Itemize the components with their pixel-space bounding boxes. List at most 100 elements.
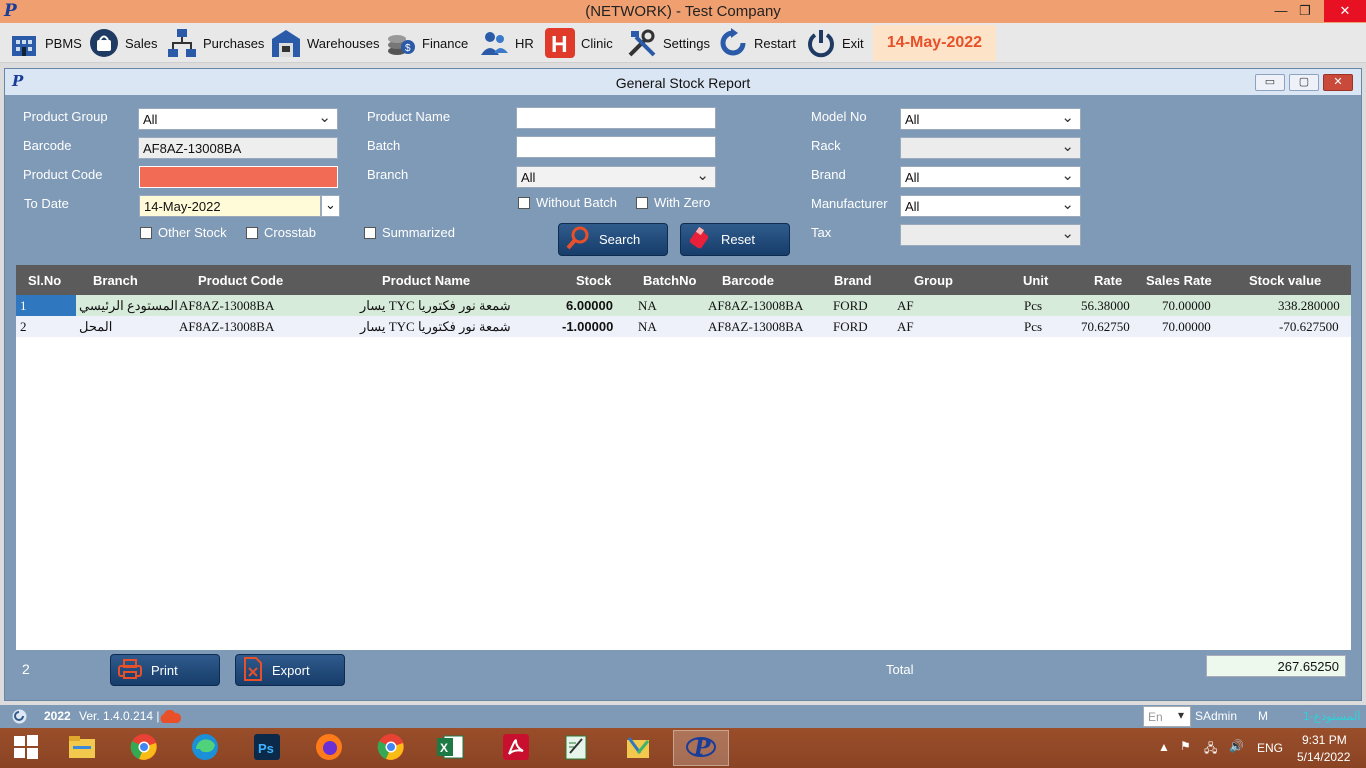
taskbar-excel[interactable]: X <box>424 730 476 766</box>
col-slno[interactable]: Sl.No <box>28 273 61 288</box>
clock-time[interactable]: 9:31 PM <box>1302 733 1347 747</box>
summarized-checkbox[interactable]: Summarized <box>364 225 455 240</box>
brand-select[interactable]: All <box>900 166 1081 188</box>
tools-icon <box>626 27 658 59</box>
export-button[interactable]: Export <box>235 654 345 686</box>
taskbar-folder-app[interactable] <box>612 730 664 766</box>
col-product-name[interactable]: Product Name <box>382 273 470 288</box>
taskbar-firefox[interactable] <box>303 730 355 766</box>
col-group[interactable]: Group <box>914 273 953 288</box>
branch-select[interactable]: All <box>516 166 716 188</box>
search-button-label: Search <box>599 232 641 247</box>
cell-rate: 70.62750 <box>1081 319 1130 334</box>
product-code-field[interactable] <box>139 166 338 188</box>
table-row[interactable]: 2 المحل AF8AZ-13008BA يسار TYC شمعة نور … <box>16 316 1351 337</box>
taskbar-photoshop[interactable]: Ps <box>241 730 293 766</box>
sales-bag-icon <box>88 27 120 59</box>
menu-hr[interactable]: HR <box>478 26 534 60</box>
tax-select[interactable] <box>900 224 1081 246</box>
cell-barcode: AF8AZ-13008BA <box>708 319 804 334</box>
rack-select[interactable] <box>900 137 1081 159</box>
menu-purchases[interactable]: Purchases <box>166 26 264 60</box>
warehouse-icon <box>270 27 302 59</box>
col-barcode[interactable]: Barcode <box>722 273 774 288</box>
col-branch[interactable]: Branch <box>93 273 138 288</box>
without-batch-checkbox[interactable]: Without Batch <box>518 195 617 210</box>
volume-icon[interactable]: 🔊 <box>1229 739 1244 753</box>
report-minimize-button[interactable]: ▭ <box>1255 74 1285 91</box>
report-close-button[interactable]: ✕ <box>1323 74 1353 91</box>
col-brand[interactable]: Brand <box>834 273 872 288</box>
folder-app-icon <box>624 733 652 764</box>
col-unit[interactable]: Unit <box>1023 273 1048 288</box>
menu-finance[interactable]: $ Finance <box>385 26 468 60</box>
search-button[interactable]: Search <box>558 223 668 256</box>
menu-pbms[interactable]: PBMS <box>8 26 82 60</box>
taskbar-file-explorer[interactable] <box>56 730 108 766</box>
menu-warehouses[interactable]: Warehouses <box>270 26 380 60</box>
batch-field[interactable] <box>516 136 716 158</box>
people-icon <box>478 27 510 59</box>
input-language[interactable]: ENG <box>1257 741 1283 755</box>
taskbar-chrome[interactable] <box>118 730 170 766</box>
table-row[interactable]: 1 المستودع الرئيسي AF8AZ-13008BA يسار TY… <box>16 295 1351 316</box>
to-date-field[interactable]: 14-May-2022 <box>139 195 321 217</box>
restart-icon <box>717 27 749 59</box>
cell-product-name: يسار TYC شمعة نور فكتوريا <box>360 319 511 334</box>
taskbar-acrobat[interactable] <box>490 730 542 766</box>
start-button[interactable] <box>0 730 52 766</box>
taskbar-notepad[interactable] <box>550 730 602 766</box>
flag-icon[interactable]: ⚑ <box>1180 739 1191 753</box>
reset-button[interactable]: Reset <box>680 223 790 256</box>
tax-label: Tax <box>811 225 832 240</box>
col-batchno[interactable]: BatchNo <box>643 273 696 288</box>
col-stock[interactable]: Stock <box>576 273 611 288</box>
close-button[interactable]: ✕ <box>1324 0 1366 22</box>
cell-unit: Pcs <box>1024 298 1043 313</box>
taskbar-edge[interactable] <box>179 730 231 766</box>
checkbox-box <box>140 226 152 239</box>
chrome-icon <box>130 733 158 764</box>
with-zero-checkbox[interactable]: With Zero <box>636 195 710 210</box>
menu-restart[interactable]: Restart <box>717 26 796 60</box>
col-product-code[interactable]: Product Code <box>198 273 283 288</box>
windows-start-icon <box>13 734 39 763</box>
col-rate[interactable]: Rate <box>1094 273 1122 288</box>
other-stock-checkbox[interactable]: Other Stock <box>140 225 227 240</box>
tray-expand-icon[interactable]: ▲ <box>1158 740 1170 754</box>
svg-text:Ps: Ps <box>258 741 274 756</box>
printer-icon <box>117 658 143 683</box>
menu-exit-label: Exit <box>842 35 864 51</box>
menu-exit[interactable]: Exit <box>805 26 864 60</box>
clock-date[interactable]: 5/14/2022 <box>1297 750 1350 764</box>
menu-clinic[interactable]: H Clinic <box>544 26 613 60</box>
report-window-titlebar: P General Stock Report ▭ ▢ ✕ <box>5 69 1361 95</box>
taskbar-chrome-2[interactable] <box>365 730 417 766</box>
print-button[interactable]: Print <box>110 654 220 686</box>
manufacturer-select[interactable]: All <box>900 195 1081 217</box>
restore-button[interactable]: ❐ <box>1290 0 1320 22</box>
to-date-label: To Date <box>24 196 69 211</box>
col-sales-rate[interactable]: Sales Rate <box>1146 273 1212 288</box>
report-maximize-button[interactable]: ▢ <box>1289 74 1319 91</box>
model-no-select[interactable]: All <box>900 108 1081 130</box>
network-tray-icon[interactable]: 🖧 <box>1204 739 1217 760</box>
cell-branch: المحل <box>79 319 113 334</box>
svg-text:P: P <box>693 735 712 761</box>
stock-grid[interactable]: Sl.No Branch Product Code Product Name S… <box>16 265 1351 650</box>
notepad-icon <box>562 733 590 764</box>
language-select[interactable]: En ▾ <box>1143 706 1191 727</box>
product-name-field[interactable] <box>516 107 716 129</box>
barcode-field[interactable]: AF8AZ-13008BA <box>138 137 338 159</box>
to-date-dropdown-button[interactable]: ⌄ <box>321 195 340 217</box>
chevron-down-icon: ▾ <box>1177 708 1184 722</box>
brand-label: Brand <box>811 167 846 182</box>
product-group-select[interactable]: All <box>138 108 338 130</box>
menu-sales[interactable]: Sales <box>88 26 158 60</box>
crosstab-checkbox[interactable]: Crosstab <box>246 225 316 240</box>
cell-slno: 2 <box>20 319 27 334</box>
taskbar-pbms-app[interactable]: P <box>673 730 729 766</box>
menu-settings[interactable]: Settings <box>626 26 710 60</box>
total-value: 267.65250 <box>1206 655 1346 677</box>
col-stock-value[interactable]: Stock value <box>1249 273 1321 288</box>
